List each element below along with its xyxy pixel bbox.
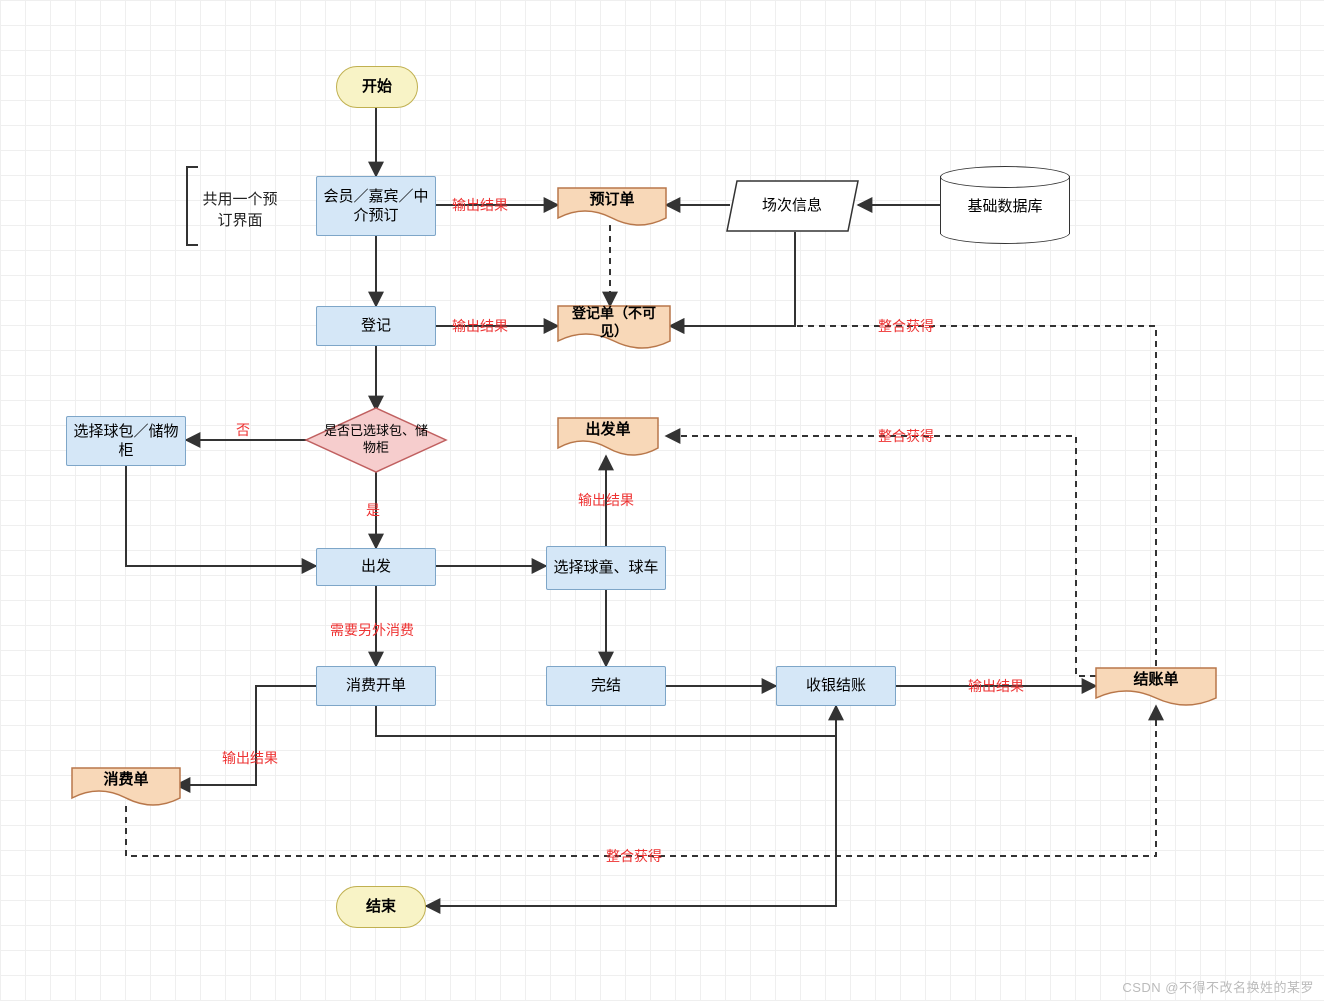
register-label: 登记 (361, 316, 391, 336)
process-booking: 会员／嘉宾／中介预订 (316, 176, 436, 236)
doc-checkout: 结账单 (1096, 666, 1216, 694)
cashier-label: 收银结账 (806, 676, 866, 696)
process-depart: 出发 (316, 548, 436, 586)
doc-depart-label: 出发单 (585, 420, 630, 440)
depart-label: 出发 (361, 557, 391, 577)
data-base-db: 基础数据库 (940, 166, 1070, 244)
edge-extra-consume: 需要另外消费 (330, 620, 414, 640)
decision-bag-label: 是否已选球包、储物柜 (322, 423, 430, 457)
terminator-start: 开始 (336, 66, 418, 108)
terminator-end: 结束 (336, 886, 426, 928)
doc-depart: 出发单 (558, 416, 658, 444)
process-register: 登记 (316, 306, 436, 346)
process-consume-order: 消费开单 (316, 666, 436, 706)
edge-output-1: 输出结果 (452, 195, 508, 215)
process-cashier: 收银结账 (776, 666, 896, 706)
start-label: 开始 (362, 77, 392, 97)
grid-background (0, 0, 1324, 1001)
doc-register: 登记单（不可见） (558, 304, 670, 340)
edge-output-2: 输出结果 (452, 316, 508, 336)
select-bag-label: 选择球包／储物柜 (73, 422, 179, 461)
edge-output-3: 输出结果 (578, 490, 634, 510)
doc-consume-label: 消费单 (103, 770, 148, 790)
edge-yes: 是 (366, 500, 380, 520)
process-select-bag: 选择球包／储物柜 (66, 416, 186, 466)
consume-order-label: 消费开单 (346, 676, 406, 696)
edge-integrate-3: 整合获得 (606, 846, 662, 866)
shared-ui-note: 共用一个预订界面 (200, 188, 280, 230)
data-session-info: 场次信息 (730, 181, 854, 231)
edge-integrate-2: 整合获得 (878, 426, 934, 446)
watermark-text: CSDN @不得不改名换姓的某罗 (1122, 980, 1314, 995)
doc-register-label: 登记单（不可见） (564, 304, 664, 340)
session-info-label: 场次信息 (762, 196, 822, 216)
base-db-label: 基础数据库 (967, 195, 1042, 216)
edge-output-4: 输出结果 (222, 748, 278, 768)
watermark: CSDN @不得不改名换姓的某罗 (1122, 977, 1314, 996)
doc-booking: 预订单 (558, 186, 666, 214)
edge-integrate-1: 整合获得 (878, 316, 934, 336)
doc-booking-label: 预订单 (589, 190, 634, 210)
booking-label: 会员／嘉宾／中介预订 (323, 187, 429, 226)
doc-consume: 消费单 (72, 766, 180, 794)
decision-bag: 是否已选球包、储物柜 (316, 418, 436, 462)
end-label: 结束 (366, 897, 396, 917)
edge-output-5: 输出结果 (968, 676, 1024, 696)
select-caddie-label: 选择球童、球车 (553, 558, 658, 578)
process-complete: 完结 (546, 666, 666, 706)
doc-checkout-label: 结账单 (1133, 670, 1178, 690)
shared-ui-note-label: 共用一个预订界面 (202, 191, 277, 229)
edge-no: 否 (236, 420, 250, 440)
process-select-caddie: 选择球童、球车 (546, 546, 666, 590)
bracket-annotation (186, 166, 198, 246)
complete-label: 完结 (591, 676, 621, 696)
